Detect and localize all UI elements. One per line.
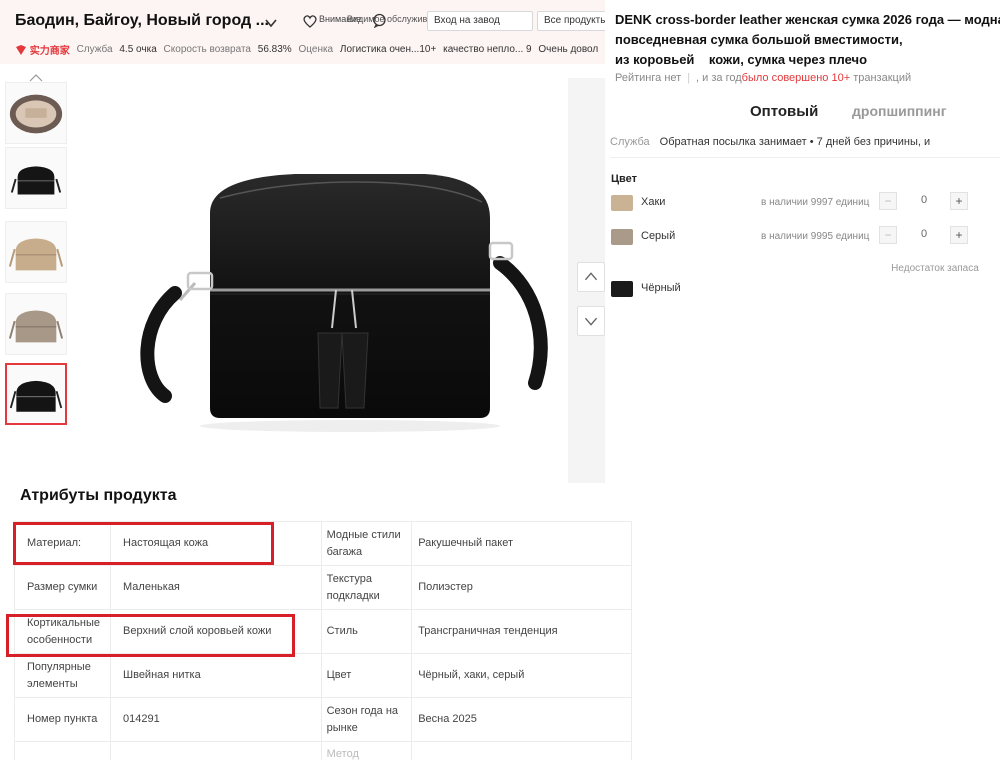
all-products-button[interactable]: Все продукты <box>537 11 615 31</box>
transactions-prefix: , и за год <box>696 72 742 84</box>
table-row: Популярные элементы Швейная нитка Цвет Ч… <box>13 653 632 698</box>
product-title-line-1: DENK cross-border leather женская сумка … <box>615 12 1000 27</box>
main-product-image[interactable] <box>80 78 605 483</box>
color-name: Хаки <box>641 196 666 208</box>
transactions-suffix: транзакций <box>850 72 912 84</box>
chevron-up-icon <box>584 272 598 281</box>
color-name: Чёрный <box>641 282 681 294</box>
metric-return-value: 56.83% <box>257 44 292 55</box>
purchase-tabs: Оптовый дропшиппинг <box>605 100 1000 128</box>
attr-value: Трансграничная тенденция <box>411 609 632 654</box>
product-title-line-3: из коровьей кожи, сумка через плечо <box>615 52 868 67</box>
thumbnail-interior[interactable] <box>5 82 67 144</box>
handbag-image <box>140 174 548 432</box>
attr-key: Метод <box>320 741 413 760</box>
attr-key: Размер сумки <box>13 565 112 610</box>
metric-service-label: Служба <box>76 44 113 55</box>
qty-decrease-button[interactable]: − <box>879 192 897 210</box>
attr-key: Сезон года на рынке <box>320 697 413 742</box>
rating-text: Рейтинга нет <box>615 72 682 84</box>
heart-plus-icon[interactable] <box>302 13 318 29</box>
attr-value: Швейная нитка <box>110 653 322 698</box>
service-row: Служба Обратная посылка занимает • 7 дней… <box>610 126 1000 158</box>
attr-key: Цвет <box>320 653 413 698</box>
qty-decrease-button[interactable]: − <box>879 226 897 244</box>
store-title-row: Баодин, Байгоу, Новый город ... Внимание… <box>15 10 615 36</box>
store-name[interactable]: Баодин, Байгоу, Новый город ... <box>15 12 269 30</box>
qty-value[interactable]: 0 <box>909 194 939 206</box>
image-next-button[interactable] <box>577 306 605 336</box>
out-of-stock-label: Недостаток запаса <box>891 263 979 274</box>
table-row: Номер пункта 014291 Сезон года на рынке … <box>13 697 632 742</box>
strength-merchant-icon <box>16 44 26 55</box>
metric-satisfaction: Очень довол <box>538 44 599 55</box>
color-heading: Цвет <box>611 173 638 185</box>
attr-key: Кортикальные особенности <box>13 609 112 654</box>
chevron-up-icon[interactable] <box>28 74 44 82</box>
metric-rating-label: Оценка <box>298 44 334 55</box>
grey-swatch <box>611 229 633 245</box>
attr-key: Материал: <box>13 521 112 566</box>
attr-value: Чёрный, хаки, серый <box>411 653 632 698</box>
tab-dropshipping[interactable]: дропшиппинг <box>852 103 947 119</box>
qty-increase-button[interactable]: + <box>950 192 968 210</box>
attr-key: Стиль <box>320 609 413 654</box>
attr-key: Текстура подкладки <box>320 565 413 610</box>
product-stats: Рейтинга нет | , и за годбыло совершено 10… <box>615 72 911 84</box>
metric-logistics: Логистика очен...10+ <box>339 44 437 55</box>
attr-value: Полиэстер <box>411 565 632 610</box>
black-swatch <box>611 281 633 297</box>
table-row: Метод <box>13 741 632 760</box>
chevron-down-icon <box>584 317 598 326</box>
color-option-khaki[interactable]: Хаки в наличии 9997 единиц − 0 + <box>611 192 981 218</box>
tab-wholesale[interactable]: Оптовый <box>750 103 818 120</box>
attr-key: Модные стили багажа <box>320 521 413 566</box>
product-title: DENK cross-border leather женская сумка … <box>615 10 1000 70</box>
thumbnail-grey[interactable] <box>5 293 67 355</box>
stock-text: в наличии 9995 единиц <box>761 231 870 242</box>
attr-value <box>411 741 632 760</box>
product-title-line-2: повседневная сумка большой вместимости, <box>615 32 903 47</box>
qty-increase-button[interactable]: + <box>950 226 968 244</box>
service-text: Обратная посылка занимает • 7 дней без п… <box>659 136 931 148</box>
thumbnail-black[interactable] <box>5 147 67 209</box>
attr-key <box>13 741 112 760</box>
attr-key: Популярные элементы <box>13 653 112 698</box>
store-header: Баодин, Байгоу, Новый город ... Внимание… <box>0 0 615 64</box>
store-metrics: 实力商家 Служба 4.5 очка Скорость возврата 5… <box>15 42 605 58</box>
khaki-swatch <box>611 195 633 211</box>
thumbnail-black-selected[interactable] <box>5 363 67 425</box>
factory-entry-button[interactable]: Вход на завод <box>427 11 533 31</box>
product-info-panel: DENK cross-border leather женская сумка … <box>605 0 1000 760</box>
metric-quality: качество непло... 9 <box>443 44 532 55</box>
attributes-table: Материал: Настоящая кожа Модные стили ба… <box>13 521 632 760</box>
stats-separator: | <box>687 72 691 84</box>
attr-key: Номер пункта <box>13 697 112 742</box>
image-prev-button[interactable] <box>577 262 605 292</box>
chevron-down-icon[interactable] <box>263 16 279 30</box>
attr-value: Маленькая <box>110 565 322 610</box>
metric-service-value: 4.5 очка <box>119 44 157 55</box>
attr-value: Верхний слой коровьей кожи <box>110 609 322 654</box>
attr-value: 014291 <box>110 697 322 742</box>
attr-value: Ракушечный пакет <box>411 521 632 566</box>
color-option-grey[interactable]: Серый в наличии 9995 единиц − 0 + <box>611 226 981 252</box>
transactions-count: было совершено 10+ <box>741 72 851 84</box>
qty-value[interactable]: 0 <box>909 228 939 240</box>
attributes-title: Атрибуты продукта <box>20 487 177 504</box>
attr-value: Настоящая кожа <box>110 521 322 566</box>
color-name: Серый <box>641 230 676 242</box>
table-row: Кортикальные особенности Верхний слой ко… <box>13 609 632 654</box>
service-label: Служба <box>610 136 650 148</box>
attr-value: Весна 2025 <box>411 697 632 742</box>
thumbnail-strip <box>0 74 72 435</box>
table-row: Размер сумки Маленькая Текстура подкладк… <box>13 565 632 610</box>
table-row: Материал: Настоящая кожа Модные стили ба… <box>13 521 632 566</box>
chat-icon[interactable] <box>372 13 387 28</box>
metric-return-label: Скорость возврата <box>163 44 251 55</box>
thumbnail-khaki[interactable] <box>5 221 67 283</box>
stock-text: в наличии 9997 единиц <box>761 197 870 208</box>
merchant-badge: 实力商家 <box>29 46 70 57</box>
attr-value <box>110 741 322 760</box>
